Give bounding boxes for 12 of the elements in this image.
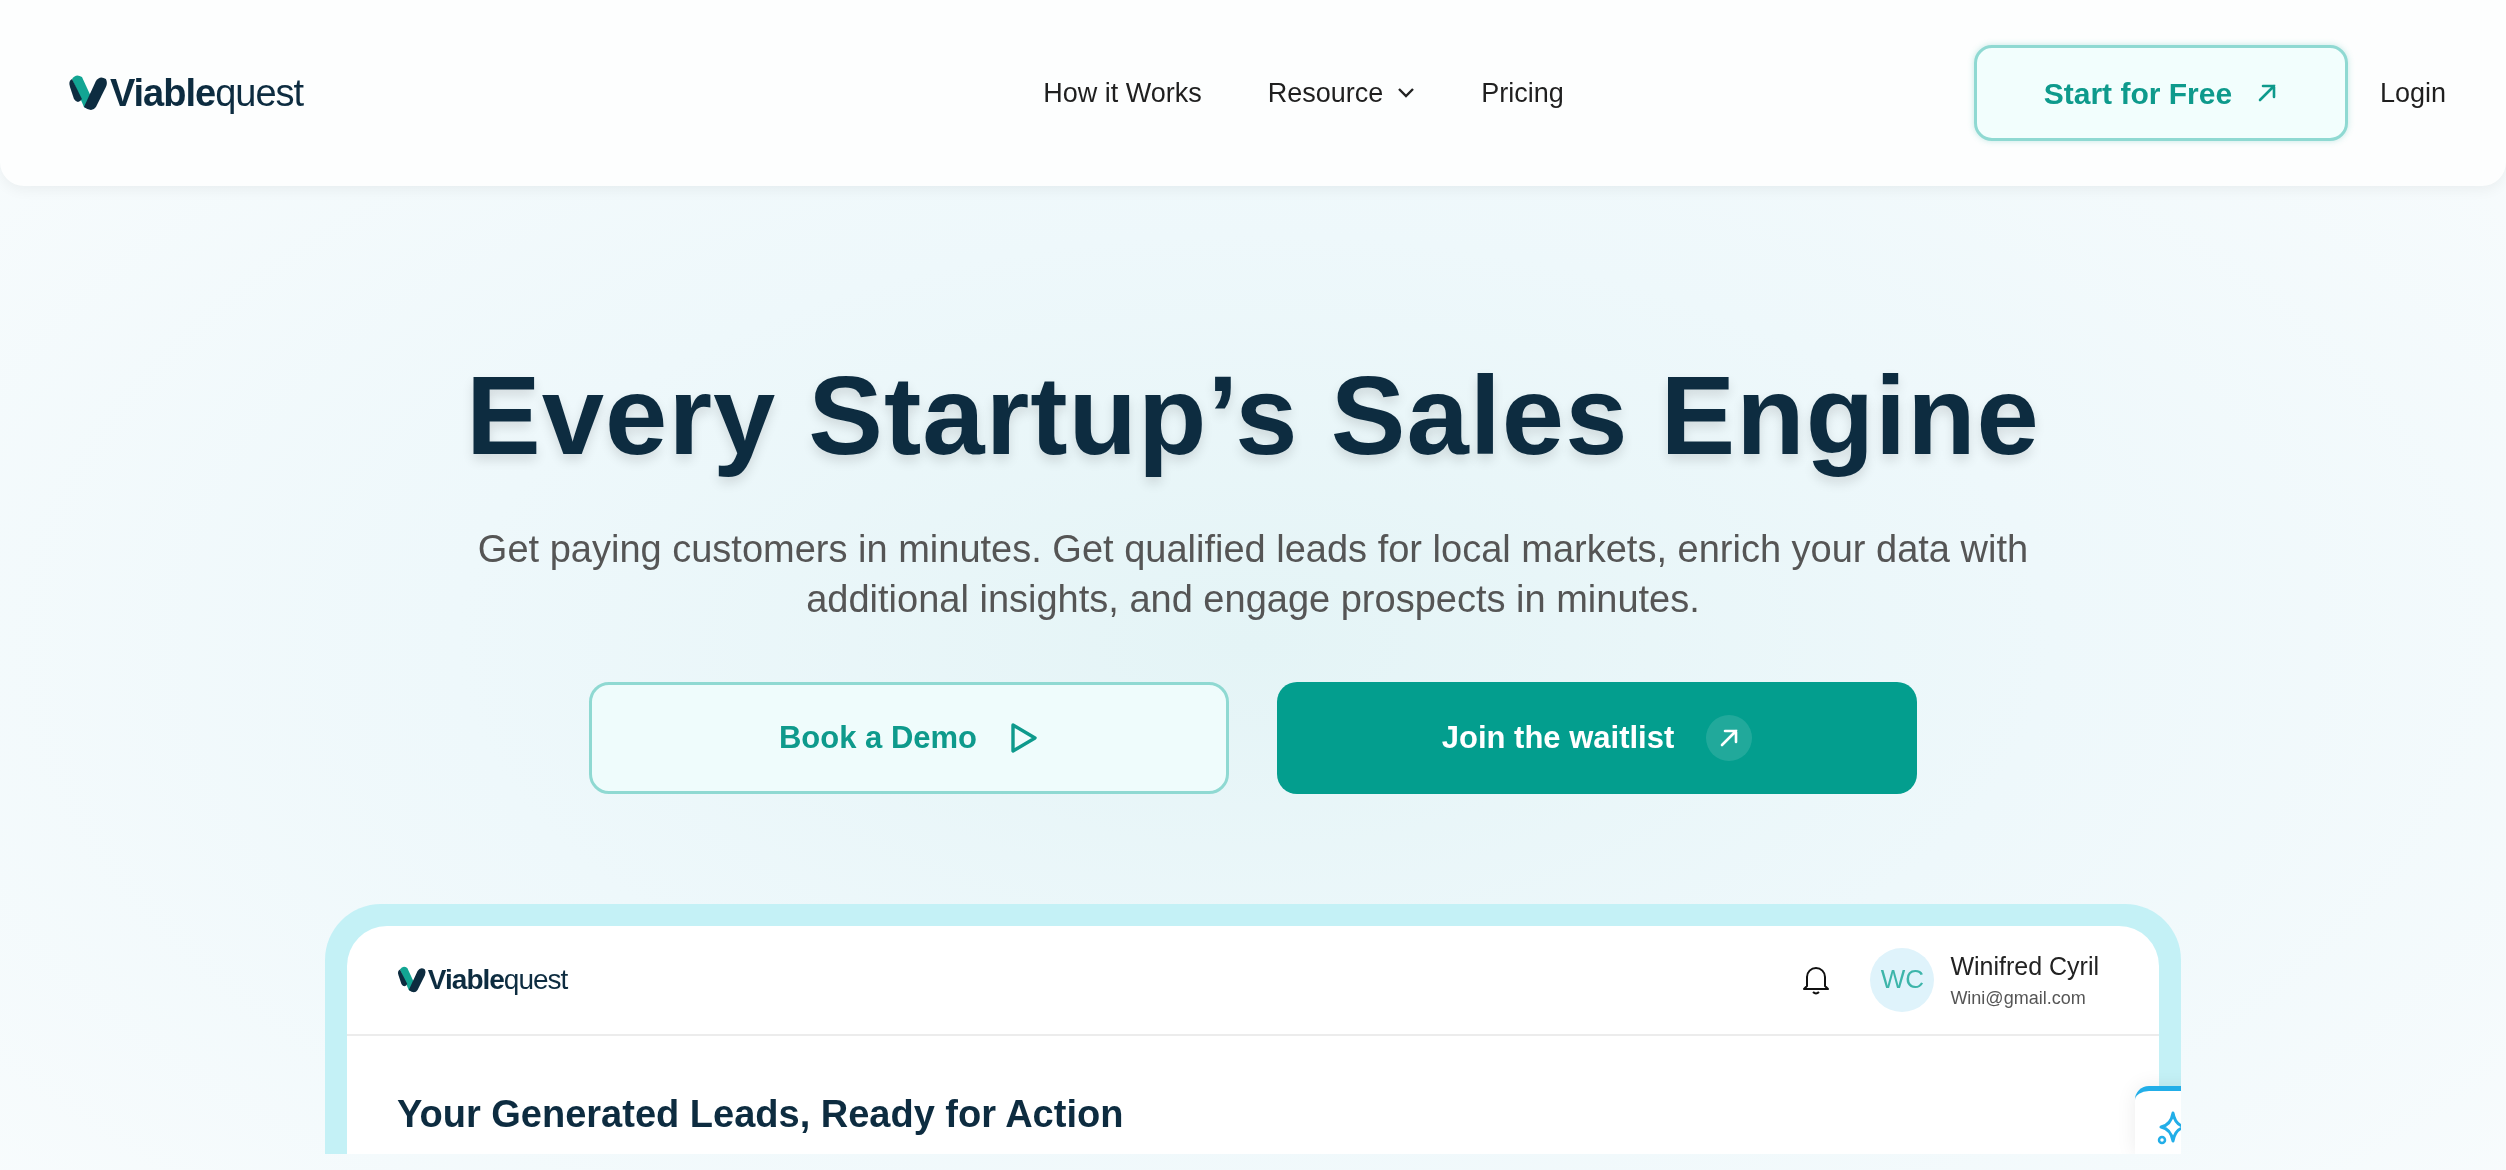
brand-name: Viablequest [109, 70, 304, 116]
section-heading: Your Generated Leads, Ready for Action [397, 1091, 1125, 1137]
nav-dropdown[interactable]: Resource [1267, 72, 1416, 114]
nav-link[interactable]: How it Works [1043, 72, 1202, 114]
hero-title: Every Startup’s Sales Engine [465, 354, 2041, 478]
avatar: WC [1870, 947, 1935, 1012]
login-link[interactable]: Login [2379, 72, 2446, 114]
hero-subtitle: Get paying customers in minutes. Get qualified leads for local markets, enrich your data with additional insights, and engage prospects in minutes. [476, 527, 2030, 622]
brand-name: Viablequest [427, 962, 568, 997]
user-email: Wini@gmail.com [1950, 987, 2087, 1011]
user-name: Winifred Cyril [1950, 950, 2099, 982]
nav-link[interactable]: Pricing [1481, 72, 1564, 114]
